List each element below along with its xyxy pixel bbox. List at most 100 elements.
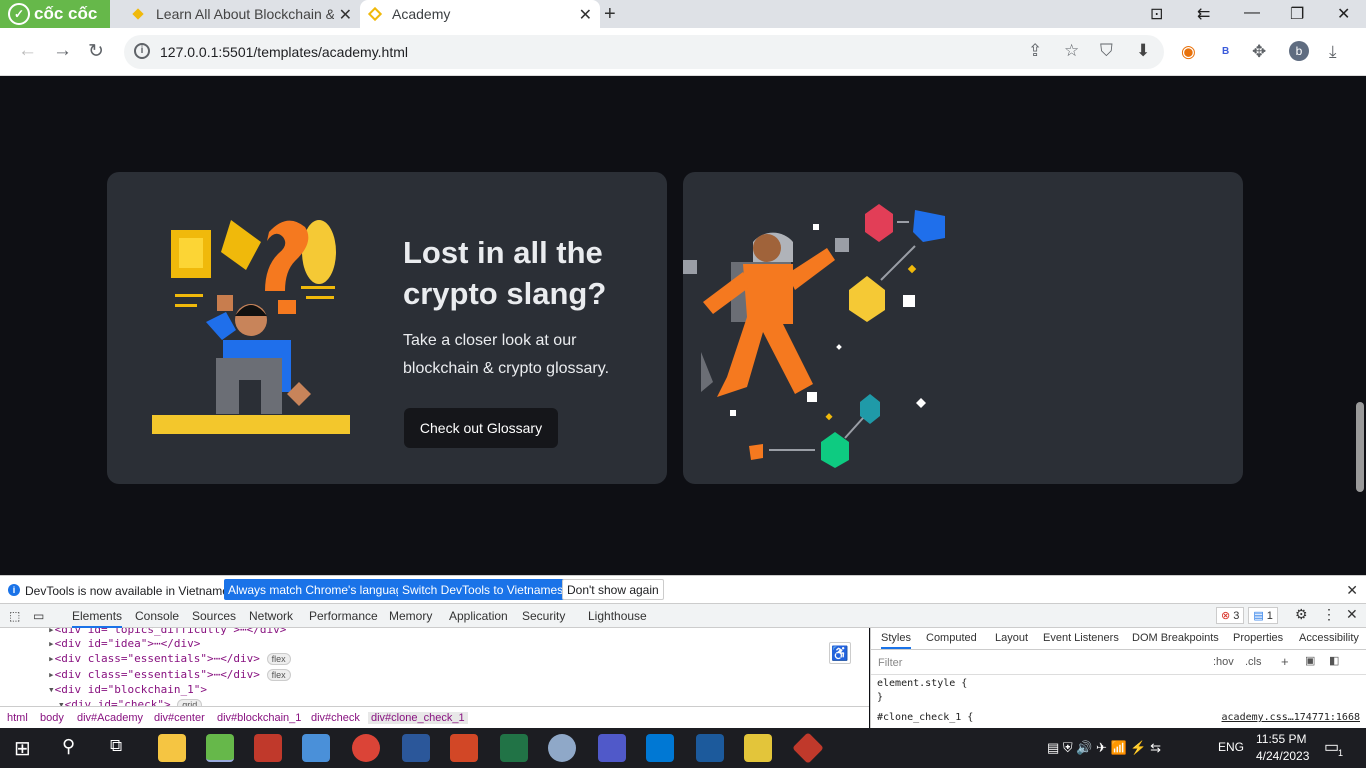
page-scrollbar[interactable] bbox=[1356, 402, 1364, 492]
toggle-sidebar-icon[interactable]: ◧ bbox=[1329, 654, 1339, 667]
tab-event-listeners[interactable]: Event Listeners bbox=[1043, 632, 1119, 644]
dom-node[interactable]: ▸<div id="topics_difficulty">⋯</div> bbox=[48, 628, 286, 636]
switch-vietnamese-button[interactable]: Switch DevTools to Vietnamese bbox=[398, 579, 574, 600]
breadcrumb-item-selected[interactable]: div#clone_check_1 bbox=[368, 712, 468, 724]
breadcrumb-item[interactable]: div#blockchain_1 bbox=[217, 712, 301, 724]
tab-performance[interactable]: Performance bbox=[309, 609, 378, 623]
hov-toggle[interactable]: :hov bbox=[1213, 656, 1234, 668]
close-devtools-icon[interactable]: ✕ bbox=[1346, 606, 1358, 623]
breadcrumb-item[interactable]: div#Academy bbox=[77, 712, 143, 724]
tab-dom-breakpoints[interactable]: DOM Breakpoints bbox=[1132, 632, 1219, 644]
tab-sources[interactable]: Sources bbox=[192, 609, 236, 623]
paint-icon[interactable]: ▣ bbox=[1305, 654, 1315, 667]
dom-node[interactable]: ▸<div class="essentials">⋯</div> flex bbox=[48, 652, 291, 665]
message-count-badge[interactable]: ▤ 1 bbox=[1248, 607, 1278, 624]
breadcrumb-item[interactable]: html bbox=[7, 712, 28, 724]
css-source-link[interactable]: academy.css…174771:1668 bbox=[1222, 712, 1360, 723]
restore-icon[interactable]: ❐ bbox=[1290, 4, 1304, 24]
dom-node[interactable]: ▾<div id="check"> grid bbox=[58, 698, 203, 706]
file-explorer-icon[interactable] bbox=[158, 734, 186, 762]
tab-close-icon[interactable]: ✕ bbox=[339, 5, 352, 25]
browser-logo[interactable]: ✓ cốc cốc bbox=[0, 0, 110, 28]
dom-node[interactable]: ▸<div class="essentials">⋯</div> flex bbox=[48, 668, 291, 681]
breadcrumb-item[interactable]: div#center bbox=[154, 712, 205, 724]
dom-node[interactable]: ▸<div id="idea">⋯</div> bbox=[48, 637, 200, 650]
powerpoint-icon[interactable] bbox=[450, 734, 478, 762]
tab-lighthouse[interactable]: Lighthouse bbox=[588, 609, 647, 623]
tab-console[interactable]: Console bbox=[135, 609, 179, 623]
tab-learn-blockchain[interactable]: Learn All About Blockchain & ✕ bbox=[116, 0, 360, 28]
tab-network[interactable]: Network bbox=[249, 609, 293, 623]
extension-b-icon[interactable]: B bbox=[1222, 46, 1229, 57]
dont-show-again-button[interactable]: Don't show again bbox=[562, 579, 664, 600]
download-page-icon[interactable]: ⬇ bbox=[1136, 41, 1150, 61]
new-rule-icon[interactable]: + bbox=[1281, 654, 1289, 669]
bookmark-star-icon[interactable]: ☆ bbox=[1064, 41, 1079, 61]
share-icon[interactable]: ⇪ bbox=[1028, 41, 1042, 61]
close-notice-icon[interactable]: ✕ bbox=[1346, 582, 1358, 599]
inspect-element-icon[interactable]: ⬚ bbox=[9, 609, 20, 623]
profile-avatar[interactable]: b bbox=[1289, 41, 1309, 61]
sidebar-icon[interactable]: ⇇ bbox=[1197, 4, 1210, 24]
coccoc-taskbar-icon[interactable] bbox=[206, 734, 234, 762]
check-out-glossary-button[interactable]: Check out Glossary bbox=[404, 408, 558, 448]
clock-date[interactable]: 4/24/2023 bbox=[1256, 749, 1309, 763]
paint-icon[interactable] bbox=[548, 734, 576, 762]
tab-search-icon[interactable]: ⊡ bbox=[1150, 4, 1163, 24]
extension-chrome-icon[interactable]: ◉ bbox=[1181, 42, 1196, 62]
device-toggle-icon[interactable]: ▭ bbox=[33, 609, 44, 623]
search-icon[interactable]: ⚲ bbox=[62, 736, 75, 757]
tab-layout[interactable]: Layout bbox=[995, 632, 1028, 644]
windows-start-icon[interactable]: ⊞ bbox=[14, 736, 31, 761]
tab-academy[interactable]: Academy ✕ bbox=[360, 0, 600, 28]
settings-gear-icon[interactable]: ⚙ bbox=[1295, 606, 1308, 623]
site-info-icon[interactable]: i bbox=[134, 43, 150, 59]
tab-accessibility[interactable]: Accessibility bbox=[1299, 632, 1359, 644]
back-icon[interactable]: ← bbox=[18, 40, 37, 62]
app-icon[interactable] bbox=[302, 734, 330, 762]
downloads-icon[interactable]: ⤓ bbox=[1329, 42, 1337, 62]
cls-toggle[interactable]: .cls bbox=[1245, 656, 1262, 668]
task-view-icon[interactable]: ⧉ bbox=[110, 736, 122, 756]
clock-time[interactable]: 11:55 PM bbox=[1256, 732, 1306, 746]
reload-icon[interactable]: ↻ bbox=[88, 40, 104, 63]
styles-filter-input[interactable]: Filter bbox=[878, 657, 902, 669]
word-icon[interactable] bbox=[402, 734, 430, 762]
tab-computed[interactable]: Computed bbox=[926, 632, 977, 644]
url-text[interactable]: 127.0.0.1:5501/templates/academy.html bbox=[160, 44, 408, 60]
new-tab-icon[interactable]: + bbox=[604, 3, 616, 26]
devcpp-icon[interactable] bbox=[696, 734, 724, 762]
excel-icon[interactable] bbox=[500, 734, 528, 762]
dom-node[interactable]: ▾<div id="blockchain_1"> bbox=[48, 683, 207, 696]
match-language-button[interactable]: Always match Chrome's language bbox=[224, 579, 414, 600]
flex-badge[interactable]: flex bbox=[266, 669, 291, 681]
breadcrumb-item[interactable]: div#check bbox=[311, 712, 360, 724]
grid-badge[interactable]: grid bbox=[177, 699, 203, 706]
notification-icon[interactable]: ▭ bbox=[1324, 737, 1339, 757]
error-count-badge[interactable]: ⊗ 3 bbox=[1216, 607, 1245, 624]
tab-security[interactable]: Security bbox=[522, 609, 565, 623]
window-close-icon[interactable]: ✕ bbox=[1337, 4, 1350, 24]
language-indicator[interactable]: ENG bbox=[1218, 740, 1244, 754]
tab-application[interactable]: Application bbox=[449, 609, 508, 623]
tab-elements[interactable]: Elements bbox=[72, 609, 123, 628]
flex-badge[interactable]: flex bbox=[266, 653, 291, 665]
tab-styles[interactable]: Styles bbox=[881, 632, 911, 649]
more-options-icon[interactable]: ⋮ bbox=[1322, 606, 1336, 623]
git-icon[interactable] bbox=[792, 732, 824, 764]
vscode-icon[interactable] bbox=[646, 734, 674, 762]
accessibility-tree-icon[interactable]: ♿ bbox=[829, 642, 851, 664]
minimize-icon[interactable]: — bbox=[1244, 4, 1260, 22]
tab-properties[interactable]: Properties bbox=[1233, 632, 1283, 644]
teams-icon[interactable] bbox=[598, 734, 626, 762]
tray-icons[interactable]: ▤ ⛨ 🔊 ✈ 📶 ⚡ ⇆ bbox=[1047, 740, 1161, 756]
address-bar[interactable]: i 127.0.0.1:5501/templates/academy.html … bbox=[124, 35, 1164, 69]
forward-icon[interactable]: → bbox=[53, 40, 72, 62]
app-icon[interactable] bbox=[254, 734, 282, 762]
tab-memory[interactable]: Memory bbox=[389, 609, 432, 623]
extensions-puzzle-icon[interactable]: ✥ bbox=[1252, 42, 1266, 62]
app-icon[interactable] bbox=[744, 734, 772, 762]
chrome-icon[interactable] bbox=[352, 734, 380, 762]
shield-icon[interactable]: ⛉ bbox=[1100, 41, 1113, 61]
breadcrumb-item[interactable]: body bbox=[40, 712, 64, 724]
